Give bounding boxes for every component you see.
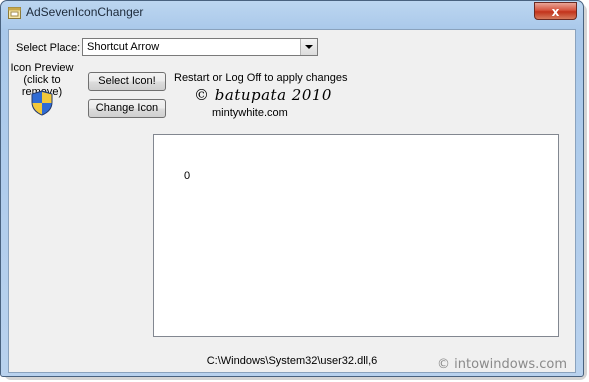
copyright-text: © batupata 2010 — [194, 86, 332, 104]
icon-preview-label-line1: Icon Preview — [10, 62, 74, 74]
place-dropdown[interactable]: Shortcut Arrow — [82, 38, 318, 56]
close-button[interactable]: x — [534, 2, 577, 20]
place-dropdown-value: Shortcut Arrow — [87, 41, 160, 53]
client-area: Select Place: Shortcut Arrow Icon Previe… — [8, 29, 576, 373]
window-title: AdSevenIconChanger — [26, 5, 144, 19]
close-icon: x — [551, 5, 560, 19]
output-textarea[interactable]: 0 — [153, 134, 559, 337]
watermark-text: © intowindows.com — [437, 357, 568, 372]
uac-shield-icon[interactable] — [30, 90, 54, 116]
output-value: 0 — [184, 170, 191, 182]
chevron-down-icon[interactable] — [300, 39, 317, 55]
website-text: mintywhite.com — [212, 107, 288, 119]
select-icon-button[interactable]: Select Icon! — [88, 72, 166, 91]
select-place-label: Select Place: — [16, 42, 81, 54]
change-icon-button[interactable]: Change Icon — [88, 99, 166, 118]
title-bar[interactable]: AdSevenIconChanger x — [1, 1, 583, 25]
app-window: AdSevenIconChanger x Select Place: Short… — [0, 0, 584, 377]
restart-note: Restart or Log Off to apply changes — [174, 72, 348, 84]
app-window-icon — [8, 7, 21, 19]
